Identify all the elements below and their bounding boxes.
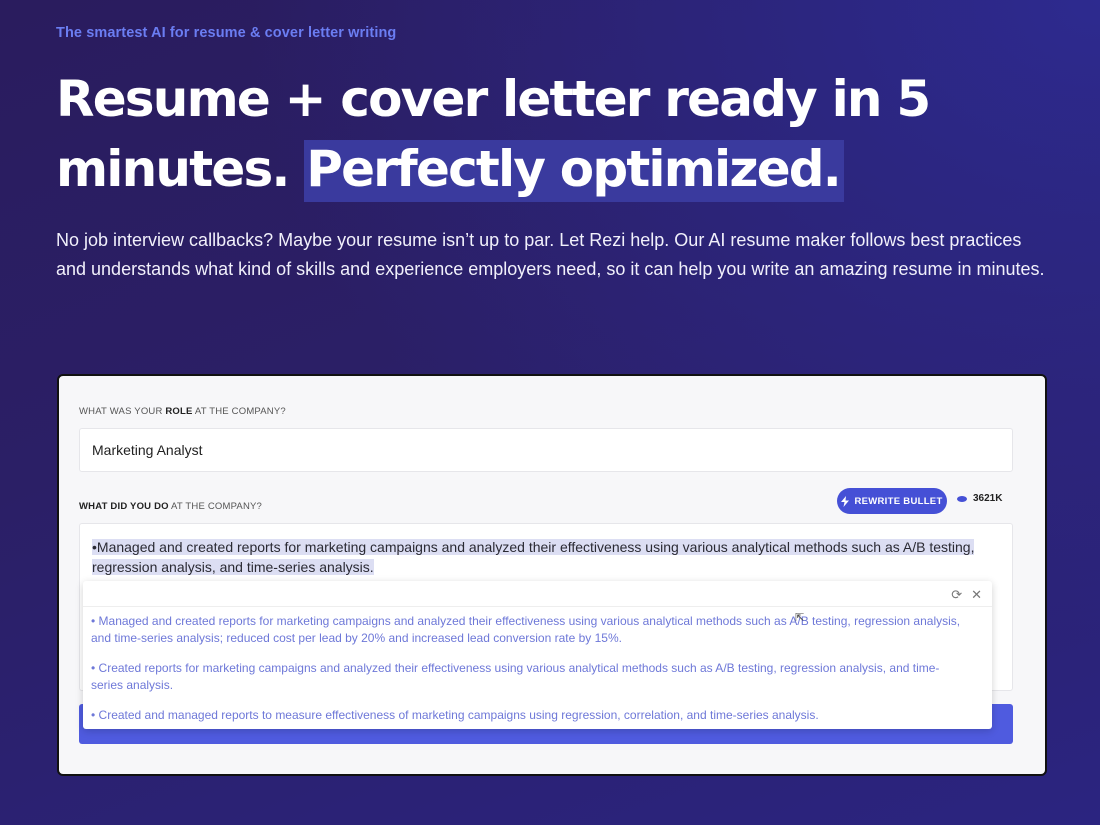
role-label-bold: ROLE [165,406,193,417]
close-icon[interactable]: ✕ [971,587,982,603]
bolt-icon [841,495,850,507]
demo-card: WHAT WAS YOUR ROLE AT THE COMPANY? Marke… [57,374,1047,776]
suggestion-item[interactable]: • Managed and created reports for market… [91,613,971,647]
headline-highlight: Perfectly optimized. [304,140,844,202]
credits-value: 3621K [973,493,1003,504]
role-input[interactable]: Marketing Analyst [79,428,1013,472]
suggestion-item[interactable]: • Created reports for marketing campaign… [91,660,971,694]
coin-icon [957,495,967,502]
lead-paragraph: No job interview callbacks? Maybe your r… [56,230,1045,279]
rewrite-bullet-label: REWRITE BULLET [854,495,943,507]
do-label: WHAT DID YOU DO AT THE COMPANY? [79,501,262,512]
rewrite-bullet-button[interactable]: REWRITE BULLET [837,488,947,514]
tagline: The smartest AI for resume & cover lette… [56,25,397,41]
mouse-cursor-icon: ⇱ [795,612,805,624]
dropdown-controls: ⟳ ✕ [951,587,982,603]
role-label-post: AT THE COMPANY? [192,406,286,417]
role-label-pre: WHAT WAS YOUR [79,406,166,417]
dropdown-divider [83,606,992,607]
bullet-text: •Managed and created reports for marketi… [92,537,992,577]
role-label: WHAT WAS YOUR ROLE AT THE COMPANY? [79,406,286,417]
credits-badge: 3621K [957,493,1002,504]
refresh-icon[interactable]: ⟳ [951,587,962,603]
suggestion-item[interactable]: • Created and managed reports to measure… [91,707,971,724]
role-input-value: Marketing Analyst [92,442,203,458]
do-label-bold: WHAT DID YOU DO [79,501,169,512]
headline: Resume + cover letter ready in 5 minutes… [56,64,936,204]
suggestions-dropdown: ⟳ ✕ • Managed and created reports for ma… [83,581,992,729]
bullet-text-value: •Managed and created reports for marketi… [92,539,975,575]
do-label-post: AT THE COMPANY? [168,501,263,512]
